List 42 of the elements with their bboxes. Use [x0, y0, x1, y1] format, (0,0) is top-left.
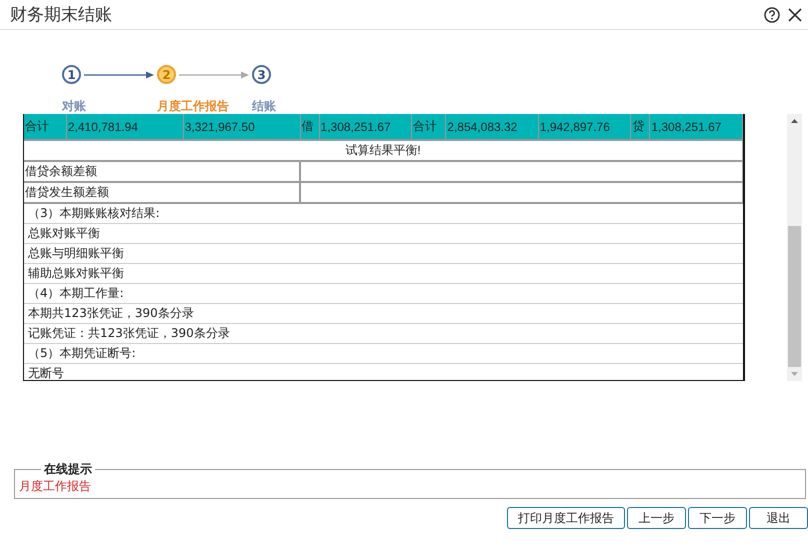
step-label: 月度工作报告 [157, 98, 229, 115]
report-line: 辅助总账对账平衡 [24, 264, 743, 284]
total-cell: 贷 [630, 114, 650, 140]
arrow-icon [179, 70, 249, 78]
action-button[interactable]: 下一步 [688, 507, 747, 529]
row-label: 借贷余额差额 [24, 161, 300, 182]
total-cell: 2,854,083.32 [446, 114, 538, 140]
total-cell: 1,308,251.67 [319, 114, 412, 140]
report-line: 本期共123张凭证，390条分录 [24, 304, 743, 324]
report-line: （5）本期凭证断号: [24, 344, 743, 364]
report-line: （4）本期工作量: [24, 284, 743, 304]
total-cell: 合计 [24, 114, 66, 140]
total-cell: 借 [300, 114, 320, 140]
step-label: 结账 [252, 98, 276, 115]
total-cell: 2,410,781.94 [66, 114, 184, 140]
window-title: 财务期末结账 [10, 4, 113, 26]
report-line: （3）本期账账核对结果: [24, 204, 743, 224]
report-line: 无断号 [24, 364, 743, 380]
report-line: 记账凭证：共123张凭证，390条分录 [24, 324, 743, 344]
step-circle: 3 [252, 65, 271, 84]
tip-message: 月度工作报告 [19, 478, 91, 495]
action-button[interactable]: 打印月度工作报告 [507, 507, 625, 529]
tip-title: 在线提示 [42, 461, 93, 478]
step-circle: 1 [62, 65, 81, 84]
balance-message: 试算结果平衡! [24, 140, 742, 161]
arrow-icon [84, 70, 154, 78]
help-icon[interactable] [764, 6, 780, 22]
close-icon[interactable] [788, 8, 802, 22]
step-label: 对账 [62, 98, 86, 115]
total-cell: 1,308,251.67 [650, 114, 742, 140]
total-cell: 合计 [412, 114, 446, 140]
scrollbar[interactable] [787, 114, 802, 381]
action-button[interactable]: 退出 [749, 507, 808, 529]
scroll-thumb[interactable] [788, 226, 801, 368]
total-cell: 1,942,897.76 [538, 114, 631, 140]
row-label: 借贷发生额差额 [24, 182, 300, 203]
total-cell: 3,321,967.50 [183, 114, 300, 140]
step-circle: 2 [157, 65, 176, 84]
action-button[interactable]: 上一步 [627, 507, 686, 529]
scroll-up-icon[interactable] [791, 118, 798, 123]
report-line: 总账与明细账平衡 [24, 244, 743, 264]
report-line: 总账对账平衡 [24, 224, 743, 244]
